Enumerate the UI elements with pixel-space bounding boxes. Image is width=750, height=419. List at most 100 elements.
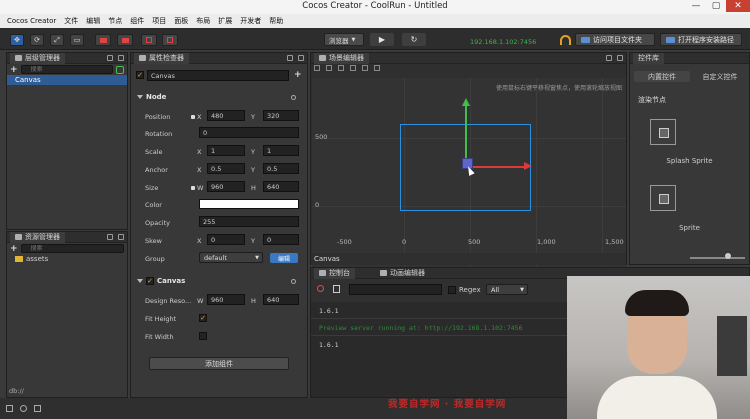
- tree-item-assets[interactable]: assets: [7, 254, 127, 264]
- menu-file[interactable]: 文件: [64, 16, 78, 26]
- menu-icon[interactable]: [118, 234, 124, 240]
- tab-library[interactable]: 控件库: [633, 52, 664, 64]
- minimize-button[interactable]: —: [686, 0, 706, 12]
- play-icon[interactable]: ▶: [370, 33, 394, 46]
- tab-console[interactable]: 控制台: [314, 267, 355, 279]
- file-icon[interactable]: [333, 285, 340, 293]
- gear-icon[interactable]: [291, 95, 296, 100]
- gizmo-y-axis[interactable]: [465, 104, 467, 164]
- sprite-icon[interactable]: [650, 185, 676, 211]
- position-x-input[interactable]: 480: [207, 110, 245, 121]
- menu-developer[interactable]: 开发者: [240, 16, 261, 26]
- local-pivot-button[interactable]: [95, 34, 111, 46]
- gear-icon[interactable]: [291, 279, 296, 284]
- tree-item-canvas[interactable]: Canvas: [7, 75, 127, 85]
- popout-icon[interactable]: [107, 55, 113, 61]
- node-name-input[interactable]: Canvas: [147, 70, 289, 81]
- zoom-slider-handle[interactable]: [725, 253, 731, 259]
- menu-project[interactable]: 项目: [152, 16, 166, 26]
- menu-component[interactable]: 组件: [130, 16, 144, 26]
- regex-checkbox[interactable]: [448, 286, 456, 294]
- tab-inspector[interactable]: 属性检查器: [134, 52, 189, 64]
- menu-app[interactable]: Cocos Creator: [7, 17, 56, 25]
- design-width-input[interactable]: 960: [207, 294, 245, 305]
- add-node-button[interactable]: +: [10, 65, 18, 75]
- preview-ip-text[interactable]: 192.168.1.102:7456: [470, 38, 536, 46]
- size-w-input[interactable]: 960: [207, 181, 245, 192]
- gizmo-x-axis[interactable]: [471, 166, 527, 168]
- arrow-up-icon[interactable]: [462, 98, 470, 106]
- tab-builtin-controls[interactable]: 内置控件: [634, 71, 690, 82]
- maximize-button[interactable]: ▢: [706, 0, 726, 12]
- opacity-input[interactable]: 255: [199, 216, 299, 227]
- tab-animation[interactable]: 动画编辑器: [375, 268, 430, 279]
- move-tool-button[interactable]: ✥: [10, 34, 24, 46]
- menu-extension[interactable]: 扩展: [218, 16, 232, 26]
- color-swatch[interactable]: [199, 199, 299, 209]
- arrow-right-icon[interactable]: [524, 162, 532, 170]
- design-height-input[interactable]: 640: [263, 294, 299, 305]
- rect-tool-button[interactable]: ▭: [70, 34, 84, 46]
- skew-y-input[interactable]: 0: [263, 234, 299, 245]
- log-icon[interactable]: [6, 405, 13, 412]
- pivot-button[interactable]: [141, 34, 157, 46]
- position-y-input[interactable]: 320: [263, 110, 299, 121]
- skew-x-input[interactable]: 0: [207, 234, 245, 245]
- popout-icon[interactable]: [287, 55, 293, 61]
- refresh-icon[interactable]: ↻: [402, 33, 426, 46]
- open-install-path-button[interactable]: 打开程序安装路径: [660, 33, 742, 46]
- scene-tool-icon[interactable]: [362, 65, 368, 71]
- close-button[interactable]: ✕: [726, 0, 750, 12]
- link-icon[interactable]: [116, 65, 124, 74]
- rotate-tool-button[interactable]: ⟳: [30, 34, 44, 46]
- menu-panel[interactable]: 面板: [174, 16, 188, 26]
- menu-edit[interactable]: 编辑: [86, 16, 100, 26]
- add-component-button[interactable]: 添加组件: [149, 357, 289, 370]
- lock-icon[interactable]: [191, 115, 195, 119]
- size-h-input[interactable]: 640: [263, 181, 299, 192]
- open-project-folder-button[interactable]: 访问项目文件夹: [575, 33, 655, 46]
- tab-custom-controls[interactable]: 自定义控件: [692, 71, 748, 82]
- scale-y-input[interactable]: 1: [263, 145, 299, 156]
- menu-icon[interactable]: [617, 55, 623, 61]
- tab-assets[interactable]: 资源管理器: [10, 231, 65, 243]
- tab-scene[interactable]: 场景编辑器: [314, 52, 369, 64]
- assets-search-input[interactable]: [20, 244, 124, 253]
- global-button[interactable]: [117, 34, 133, 46]
- popout-icon[interactable]: [107, 234, 113, 240]
- add-button[interactable]: +: [294, 70, 302, 80]
- menu-node[interactable]: 节点: [108, 16, 122, 26]
- popout-icon[interactable]: [606, 55, 612, 61]
- fit-width-checkbox[interactable]: [199, 332, 207, 340]
- scale-tool-button[interactable]: ⤢: [50, 34, 64, 46]
- add-asset-button[interactable]: +: [10, 244, 18, 254]
- rotation-input[interactable]: 0: [199, 127, 299, 138]
- hierarchy-search-input[interactable]: [20, 65, 113, 74]
- console-filter-input[interactable]: [349, 284, 442, 295]
- settings-icon[interactable]: [34, 405, 41, 412]
- node-section-header[interactable]: Node: [137, 93, 166, 101]
- clear-icon[interactable]: [317, 285, 324, 292]
- scene-tool-icon[interactable]: [374, 65, 380, 71]
- lock-icon[interactable]: [191, 186, 195, 190]
- canvas-section-header[interactable]: ✓ Canvas: [137, 277, 185, 285]
- group-select[interactable]: default ▼: [199, 252, 263, 263]
- scene-tool-icon[interactable]: [350, 65, 356, 71]
- canvas-enabled-checkbox[interactable]: ✓: [146, 277, 154, 285]
- menu-icon[interactable]: [118, 55, 124, 61]
- splash-sprite-icon[interactable]: [650, 119, 676, 145]
- anchor-x-input[interactable]: 0.5: [207, 163, 245, 174]
- fit-height-checkbox[interactable]: ✓: [199, 314, 207, 322]
- scene-tool-icon[interactable]: [338, 65, 344, 71]
- center-button[interactable]: [162, 34, 178, 46]
- node-active-checkbox[interactable]: ✓: [136, 71, 144, 79]
- menu-layout[interactable]: 布局: [196, 16, 210, 26]
- group-edit-button[interactable]: 编辑: [270, 253, 298, 263]
- log-level-select[interactable]: All ▼: [486, 284, 528, 295]
- zoom-slider[interactable]: [690, 257, 745, 259]
- scene-tool-icon[interactable]: [326, 65, 332, 71]
- tab-hierarchy[interactable]: 层级管理器: [10, 52, 65, 64]
- menu-help[interactable]: 帮助: [269, 16, 283, 26]
- scene-tool-icon[interactable]: [314, 65, 320, 71]
- scale-x-input[interactable]: 1: [207, 145, 245, 156]
